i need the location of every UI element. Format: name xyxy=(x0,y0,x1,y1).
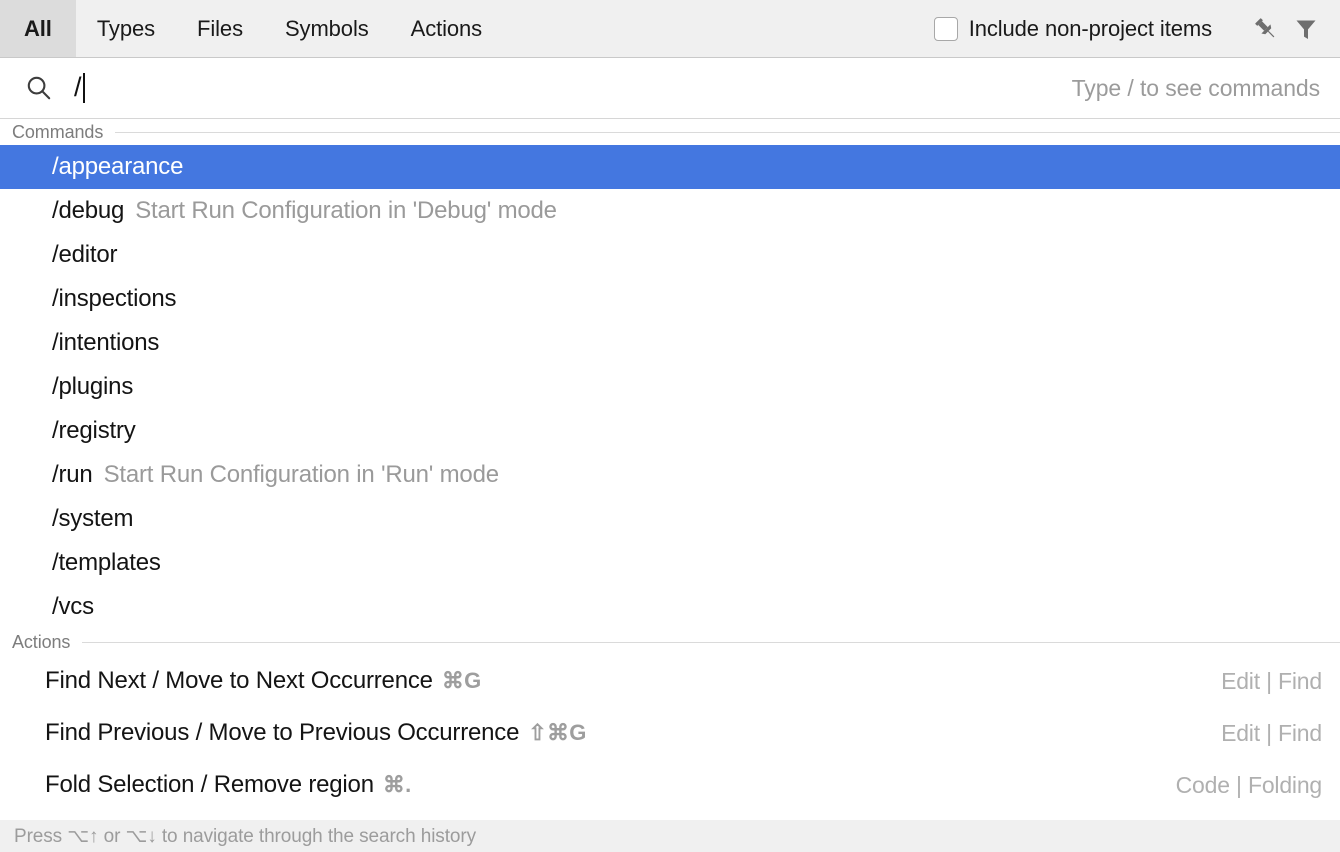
action-group-path: Code | Folding xyxy=(1176,772,1322,799)
search-placeholder-hint: Type / to see commands xyxy=(1072,75,1320,102)
action-shortcut: ⇧⌘G xyxy=(528,720,586,746)
header-controls: Include non-project items xyxy=(934,0,1340,57)
command-name: /intentions xyxy=(52,329,159,357)
command-name: /editor xyxy=(52,241,117,269)
results-list: Commands /appearance /debug Start Run Co… xyxy=(0,119,1340,820)
command-name: /registry xyxy=(52,417,136,445)
search-bar[interactable]: / Type / to see commands xyxy=(0,58,1340,119)
group-header-actions-divider xyxy=(82,642,1340,643)
group-header-commands-divider xyxy=(115,132,1340,133)
command-description: Start Run Configuration in 'Run' mode xyxy=(104,461,499,489)
tab-symbols-label: Symbols xyxy=(285,16,369,42)
tab-all-label: All xyxy=(24,16,52,42)
tab-actions-label: Actions xyxy=(411,16,482,42)
list-item-command[interactable]: /templates xyxy=(0,541,1340,585)
list-item-command[interactable]: /inspections xyxy=(0,277,1340,321)
list-item-action[interactable]: Find Next / Move to Next Occurrence ⌘G E… xyxy=(0,655,1340,707)
tab-files[interactable]: Files xyxy=(176,0,264,57)
group-header-commands: Commands xyxy=(0,119,1340,145)
tab-all[interactable]: All xyxy=(0,0,76,57)
status-bar: Press ⌥↑ or ⌥↓ to navigate through the s… xyxy=(0,820,1340,852)
action-title: Find Previous / Move to Previous Occurre… xyxy=(45,719,519,747)
tab-types-label: Types xyxy=(97,16,155,42)
group-header-actions: Actions xyxy=(0,629,1340,655)
action-shortcut: ⌘G xyxy=(442,668,482,694)
tab-bar: All Types Files Symbols Actions Include … xyxy=(0,0,1340,58)
search-input-text: / xyxy=(74,72,82,102)
tab-types[interactable]: Types xyxy=(76,0,176,57)
group-header-actions-label: Actions xyxy=(12,632,70,653)
list-item-command[interactable]: /intentions xyxy=(0,321,1340,365)
tab-symbols[interactable]: Symbols xyxy=(264,0,390,57)
command-description: Start Run Configuration in 'Debug' mode xyxy=(135,197,557,225)
list-item-command[interactable]: /registry xyxy=(0,409,1340,453)
command-name: /vcs xyxy=(52,593,94,621)
tab-files-label: Files xyxy=(197,16,243,42)
list-item-action[interactable]: Find Previous / Move to Previous Occurre… xyxy=(0,707,1340,759)
pin-icon[interactable] xyxy=(1246,9,1286,49)
action-group-path: Edit | Find xyxy=(1221,668,1322,695)
command-name: /run xyxy=(52,461,93,489)
list-item-command[interactable]: /editor xyxy=(0,233,1340,277)
include-non-project-items-label: Include non-project items xyxy=(969,16,1212,42)
list-item-command[interactable]: /plugins xyxy=(0,365,1340,409)
list-item-action[interactable]: Fold Selection / Remove region ⌘. Code |… xyxy=(0,759,1340,811)
command-name: /plugins xyxy=(52,373,133,401)
status-bar-text: Press ⌥↑ or ⌥↓ to navigate through the s… xyxy=(14,825,476,848)
action-group-path: Edit | Find xyxy=(1221,720,1322,747)
filter-icon[interactable] xyxy=(1286,9,1326,49)
command-name: /inspections xyxy=(52,285,176,313)
search-input-value[interactable]: / xyxy=(74,73,85,103)
action-title: Find Next / Move to Next Occurrence xyxy=(45,667,433,695)
command-name: /system xyxy=(52,505,133,533)
include-non-project-items-checkbox[interactable] xyxy=(934,17,958,41)
action-title: Fold Selection / Remove region xyxy=(45,771,374,799)
include-non-project-items-toggle[interactable]: Include non-project items xyxy=(934,16,1212,42)
text-caret xyxy=(83,73,85,103)
action-shortcut: ⌘. xyxy=(383,772,412,798)
tab-actions[interactable]: Actions xyxy=(390,0,503,57)
search-everywhere-popup: All Types Files Symbols Actions Include … xyxy=(0,0,1340,852)
group-header-commands-label: Commands xyxy=(12,122,103,143)
tab-list: All Types Files Symbols Actions xyxy=(0,0,503,57)
search-icon xyxy=(22,71,56,105)
command-name: /debug xyxy=(52,197,124,225)
list-item-command[interactable]: /debug Start Run Configuration in 'Debug… xyxy=(0,189,1340,233)
list-item-command[interactable]: /run Start Run Configuration in 'Run' mo… xyxy=(0,453,1340,497)
list-item-command[interactable]: /system xyxy=(0,497,1340,541)
command-name: /appearance xyxy=(52,153,183,181)
list-item-command[interactable]: /appearance xyxy=(0,145,1340,189)
command-name: /templates xyxy=(52,549,161,577)
list-item-command[interactable]: /vcs xyxy=(0,585,1340,629)
